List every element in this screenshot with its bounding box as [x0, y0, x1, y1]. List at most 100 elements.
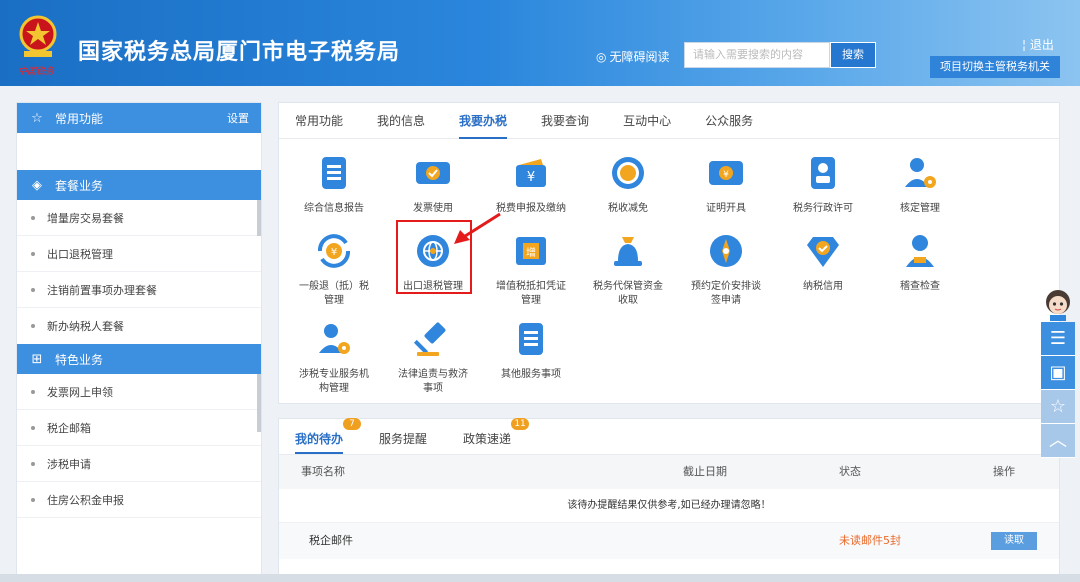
- tile-label: 稽查检查: [900, 281, 940, 292]
- tax-emblem-icon: [19, 15, 57, 57]
- tile-comprehensive-report[interactable]: 综合信息报告: [285, 153, 383, 216]
- search-input[interactable]: [684, 42, 830, 68]
- sidebar: ☆ 常用功能 设置 ◈ 套餐业务 增量房交易套餐 出口退税管理 注销前置事项办理…: [16, 102, 262, 582]
- assistant-avatar-icon[interactable]: [1040, 286, 1076, 322]
- tab-policy-express[interactable]: 政策速递 11: [463, 418, 530, 454]
- tile-invoice-use[interactable]: 发票使用: [384, 153, 482, 216]
- tile-label: 综合信息报告: [304, 203, 364, 214]
- sidebar-special-header[interactable]: ⊞ 特色业务: [17, 344, 261, 374]
- tile-legal-remedy[interactable]: 法律追责与救济 事项: [384, 319, 482, 396]
- bullet-icon: [31, 497, 35, 502]
- sidebar-settings-link[interactable]: 设置: [227, 110, 249, 126]
- read-button[interactable]: 读取: [991, 532, 1037, 550]
- tile-label-line1: 涉税专业服务机: [299, 369, 369, 380]
- layers-icon: ◈: [32, 177, 42, 193]
- sidebar-item-label: 税企邮箱: [47, 421, 91, 435]
- feedback-icon[interactable]: ☰: [1041, 322, 1075, 356]
- tab-public-service[interactable]: 公众服务: [705, 103, 753, 139]
- refund-icon: ¥: [318, 234, 350, 268]
- sidebar-item-package[interactable]: 注销前置事项办理套餐: [17, 272, 261, 308]
- tab-my-todo[interactable]: 我的待办 7: [295, 418, 362, 454]
- scrollbar[interactable]: [257, 374, 261, 432]
- logout-link[interactable]: ¦ 退出: [1022, 36, 1054, 53]
- sidebar-item-label: 发票网上申领: [47, 385, 113, 399]
- document-icon: [322, 157, 346, 189]
- bullet-icon: [31, 324, 35, 328]
- tile-tax-reduction[interactable]: 税收减免: [579, 153, 677, 216]
- logout-divider: ¦: [1022, 38, 1030, 52]
- tile-label: 预约定价安排谈 签申请: [677, 280, 775, 308]
- tile-label-line1: 预约定价安排谈: [691, 281, 761, 292]
- tile-label-line2: 管理: [521, 295, 541, 306]
- sidebar-item-special[interactable]: 税企邮箱: [17, 410, 261, 446]
- person-icon: [906, 235, 934, 267]
- tile-label: 一般退（抵）税 管理: [285, 280, 383, 308]
- sidebar-common-header[interactable]: ☆ 常用功能 设置: [17, 103, 261, 133]
- tile-general-refund[interactable]: ¥ 一般退（抵）税 管理: [285, 231, 383, 308]
- tab-my-info[interactable]: 我的信息: [377, 103, 425, 139]
- sidebar-item-label: 出口退税管理: [47, 247, 113, 261]
- gavel-icon: [413, 322, 446, 356]
- tile-label: 增值税抵扣凭证 管理: [482, 280, 580, 308]
- tile-inspection[interactable]: 稽查检查: [871, 231, 969, 294]
- svg-text:¥: ¥: [527, 170, 535, 185]
- annotation-arrow-icon: [454, 212, 501, 244]
- tile-label: 法律追责与救济 事项: [384, 368, 482, 396]
- sidebar-item-special[interactable]: 住房公积金申报: [17, 482, 261, 518]
- accessibility-link[interactable]: ◎ 无障碍阅读: [596, 48, 670, 65]
- sidebar-packages-header[interactable]: ◈ 套餐业务: [17, 170, 261, 200]
- user-gear-icon: [905, 158, 936, 188]
- tab-service-reminder[interactable]: 服务提醒: [379, 424, 427, 454]
- tile-tax-credit[interactable]: 纳税信用: [774, 231, 872, 294]
- sidebar-item-special[interactable]: 涉税申请: [17, 446, 261, 482]
- tile-other-services[interactable]: 其他服务事项: [482, 319, 580, 382]
- tab-interaction[interactable]: 互动中心: [623, 103, 671, 139]
- site-header: 中国税务 国家税务总局厦门市电子税务局 ◎ 无障碍阅读 搜索 ¦ 退出 项目切换…: [0, 0, 1080, 86]
- tile-professional-agency[interactable]: 涉税专业服务机 构管理: [285, 319, 383, 396]
- star-icon: ☆: [31, 110, 43, 126]
- tab-label: 我的待办: [295, 432, 344, 446]
- tile-label: 税务行政许可: [793, 203, 853, 214]
- sidebar-item-label: 涉税申请: [47, 457, 91, 471]
- agency-icon: [319, 324, 350, 354]
- svg-text:增: 增: [526, 246, 536, 259]
- svg-text:¥: ¥: [723, 170, 729, 180]
- tab-common[interactable]: 常用功能: [295, 103, 343, 139]
- tab-tax-handling[interactable]: 我要办税: [459, 103, 508, 139]
- switch-authority-button[interactable]: 项目切换主管税务机关: [930, 56, 1060, 78]
- tile-assessment[interactable]: 核定管理: [871, 153, 969, 216]
- sidebar-item-special[interactable]: 发票网上申领: [17, 374, 261, 410]
- scrollbar[interactable]: [257, 200, 261, 236]
- sidebar-item-package[interactable]: 出口退税管理: [17, 236, 261, 272]
- tile-admin-license[interactable]: 税务行政许可: [774, 153, 872, 216]
- tile-certificate[interactable]: ¥ 证明开具: [677, 153, 775, 216]
- ticket-icon: [416, 162, 450, 184]
- tile-label: 证明开具: [706, 203, 746, 214]
- tile-label-line2: 构管理: [319, 383, 349, 394]
- bullet-icon: [31, 287, 35, 292]
- column-header-name: 事项名称: [301, 465, 345, 478]
- bullet-icon: [31, 215, 35, 220]
- sidebar-item-package[interactable]: 新办纳税人套餐: [17, 308, 261, 344]
- tile-apa-application[interactable]: 预约定价安排谈 签申请: [677, 231, 775, 308]
- tile-custody-funds[interactable]: 税务代保管资金 收取: [579, 231, 677, 308]
- bullet-icon: [31, 389, 35, 394]
- todo-notice: 该待办提醒结果仅供参考,如已经办理请忽略！: [279, 489, 1059, 523]
- todo-tabs: 我的待办 7 服务提醒 政策速递 11: [279, 418, 1059, 455]
- tile-label-line2: 签申请: [711, 295, 741, 306]
- tile-label-line2: 管理: [324, 295, 344, 306]
- accessibility-label: 无障碍阅读: [609, 50, 670, 64]
- sidebar-item-package[interactable]: 增量房交易套餐: [17, 200, 261, 236]
- sidebar-empty-area: [17, 133, 261, 169]
- search-button[interactable]: 搜索: [830, 42, 876, 68]
- tab-query[interactable]: 我要查询: [541, 103, 589, 139]
- tile-tax-declaration[interactable]: ¥ 税费申报及缴纳: [482, 153, 580, 216]
- back-to-top-icon[interactable]: ︿: [1041, 424, 1075, 458]
- tile-label: 纳税信用: [803, 281, 843, 292]
- favorite-star-icon[interactable]: ☆: [1041, 390, 1075, 424]
- notebook-icon[interactable]: ▣: [1041, 356, 1075, 390]
- sidebar-packages-label: 套餐业务: [55, 178, 104, 193]
- compass-icon: [710, 235, 742, 267]
- list-icon: [519, 323, 543, 355]
- wallet-icon: ¥: [516, 159, 546, 187]
